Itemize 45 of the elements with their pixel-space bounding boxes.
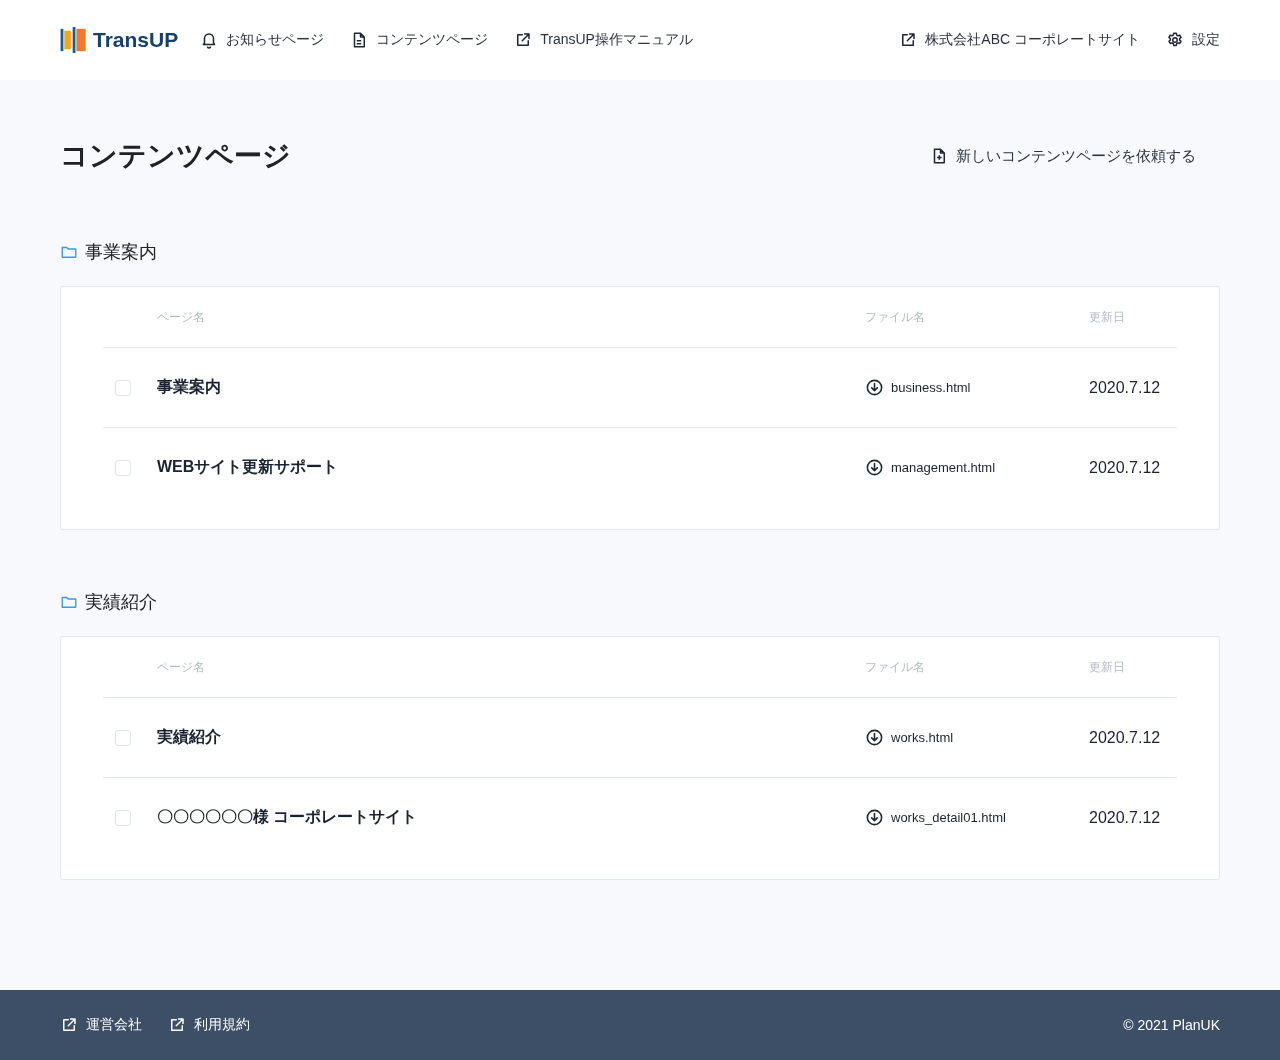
nav-link[interactable]: 設定 — [1166, 31, 1220, 49]
file-link[interactable]: management.html — [891, 460, 996, 475]
column-header: ファイル名 — [865, 308, 926, 326]
page-name[interactable]: 実績紹介 — [157, 727, 221, 748]
checkbox[interactable] — [115, 729, 131, 746]
date-cell-text: 2020.7.12 — [1089, 378, 1162, 397]
column-header: 更新日 — [1089, 308, 1126, 326]
download-icon — [865, 728, 884, 747]
copyright: © 2021 PlanUK — [1123, 1017, 1220, 1033]
nav-link[interactable]: TransUP操作マニュアル — [514, 31, 693, 49]
file-link[interactable]: works.html — [891, 730, 954, 745]
download-icon — [865, 808, 884, 827]
date-cell-text: 2020.7.12 — [1089, 728, 1162, 747]
page-name[interactable]: 事業案内 — [157, 377, 221, 398]
external-link-icon — [899, 31, 918, 49]
date-cell-text: 2020.7.12 — [1089, 458, 1162, 477]
download-icon — [865, 378, 884, 397]
column-header: ページ名 — [157, 308, 206, 326]
external-link-icon — [168, 1016, 186, 1034]
logo-icon — [60, 27, 89, 53]
page-name[interactable]: 〇〇〇〇〇〇様 コーポレートサイト — [157, 807, 418, 828]
column-header: 更新日 — [1089, 658, 1126, 676]
request-page-link[interactable]: 新しいコンテンツページを依頼する — [930, 146, 1196, 166]
checkbox[interactable] — [115, 809, 131, 826]
file-link[interactable]: works_detail01.html — [891, 810, 1006, 825]
nav-link[interactable]: 株式会社ABC コーポレートサイト — [899, 31, 1140, 49]
settings-icon — [1166, 31, 1184, 49]
page-title: コンテンツページ — [60, 139, 291, 173]
nav-link[interactable]: お知らせページ — [200, 31, 325, 49]
checkbox[interactable] — [115, 379, 131, 396]
external-link-icon — [60, 1016, 78, 1034]
download-icon — [865, 458, 884, 477]
checkbox[interactable] — [115, 459, 131, 476]
logo-text[interactable]: TransUP — [93, 28, 179, 52]
section-title: 事業案内 — [85, 241, 157, 264]
column-header: ページ名 — [157, 658, 206, 676]
nav-link[interactable]: コンテンツページ — [350, 31, 489, 49]
date-cell-text: 2020.7.12 — [1089, 808, 1162, 827]
file-link[interactable]: business.html — [891, 380, 971, 395]
column-header: ファイル名 — [865, 658, 926, 676]
page-name[interactable]: WEBサイト更新サポート — [157, 457, 339, 478]
section-title: 実績紹介 — [85, 591, 157, 614]
footer-link[interactable]: 利用規約 — [168, 1016, 250, 1034]
external-link-icon — [514, 31, 533, 49]
footer-link[interactable]: 運営会社 — [60, 1016, 142, 1034]
